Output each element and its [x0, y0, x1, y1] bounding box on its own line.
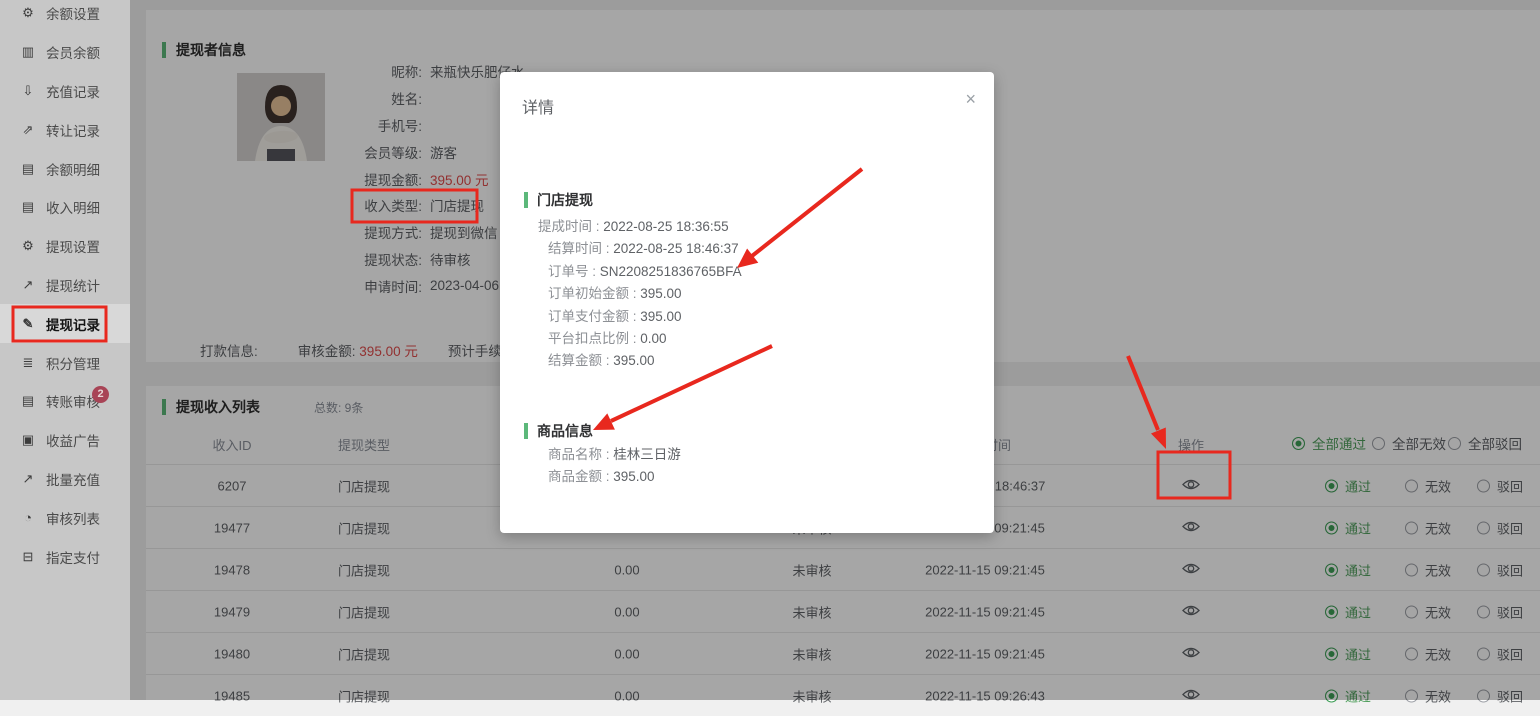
- chart-icon: ↗: [20, 471, 36, 487]
- modal-line-value: 395.00: [613, 469, 654, 484]
- sidebar-item-审核列表[interactable]: ◔ 审核列表: [0, 498, 130, 537]
- modal-line-订单初始金额: 订单初始金额 : 395.00: [524, 283, 742, 305]
- gear-icon: ⚙: [20, 5, 36, 21]
- modal-line-label: 商品金额 :: [548, 469, 613, 484]
- modal-line-商品名称: 商品名称 : 桂林三日游: [524, 444, 681, 466]
- sidebar-item-label: 积分管理: [46, 353, 100, 373]
- sidebar-item-label: 指定支付: [46, 547, 100, 567]
- file-icon: ▤: [20, 161, 36, 177]
- sidebar-item-label: 提现统计: [46, 275, 100, 295]
- sidebar-item-label: 提现记录: [46, 314, 100, 334]
- modal-line-value: 2022-08-25 18:46:37: [613, 241, 738, 256]
- sidebar-item-批量充值[interactable]: ↗ 批量充值: [0, 460, 130, 499]
- modal-line-value: 桂林三日游: [613, 447, 681, 462]
- sidebar-item-转让记录[interactable]: ⇗ 转让记录: [0, 110, 130, 149]
- sidebar-item-label: 转让记录: [46, 120, 100, 140]
- modal-line-label: 订单初始金额 :: [548, 286, 640, 301]
- section-accent-bar: [524, 423, 528, 439]
- sidebar-item-label: 余额明细: [46, 159, 100, 179]
- book-icon: ▥: [20, 44, 36, 60]
- sidebar-menu: ⚙ 余额设置 ▥ 会员余额 ⇩ 充值记录 ⇗ 转让记录 ▤ 余额明细 ▤ 收入明细 ⚙ 提现设置 ↗ 提现统计…: [0, 0, 130, 576]
- sidebar-item-充值记录[interactable]: ⇩ 充值记录: [0, 72, 130, 111]
- modal-line-商品金额: 商品金额 : 395.00: [524, 466, 681, 488]
- modal-line-value: SN2208251836765BFA: [600, 264, 742, 279]
- file-icon: ▤: [20, 393, 36, 409]
- modal-line-value: 2022-08-25 18:36:55: [603, 219, 728, 234]
- sidebar-item-余额设置[interactable]: ⚙ 余额设置: [0, 0, 130, 33]
- store-withdraw-section-header: 门店提现: [524, 190, 593, 210]
- file-icon: ▤: [20, 199, 36, 215]
- sidebar-item-label: 批量充值: [46, 469, 100, 489]
- modal-line-label: 结算时间 :: [548, 241, 613, 256]
- sidebar-item-label: 会员余额: [46, 42, 100, 62]
- sidebar-item-余额明细[interactable]: ▤ 余额明细: [0, 149, 130, 188]
- modal-line-提成时间: 提成时间 : 2022-08-25 18:36:55: [524, 216, 742, 238]
- modal-title: 详情: [522, 94, 554, 118]
- dashboard-icon: ◔: [20, 510, 36, 525]
- modal-line-结算金额: 结算金额 : 395.00: [524, 350, 742, 372]
- download-icon: ⇩: [20, 83, 36, 99]
- detail-modal: 详情 × 门店提现 提成时间 : 2022-08-25 18:36:55结算时间…: [500, 72, 994, 533]
- modal-line-value: 395.00: [640, 309, 681, 324]
- modal-line-value: 395.00: [640, 286, 681, 301]
- sidebar-item-转账审核[interactable]: ▤转账审核2: [0, 382, 130, 421]
- sidebar-item-label: 余额设置: [46, 3, 100, 23]
- transfer-icon: ⇗: [20, 122, 36, 138]
- sidebar-item-积分管理[interactable]: ≣ 积分管理: [0, 343, 130, 382]
- sidebar-item-提现记录[interactable]: ✎ 提现记录: [0, 304, 130, 343]
- image-icon: ▣: [20, 432, 36, 448]
- modal-line-label: 平台扣点比例 :: [548, 331, 640, 346]
- section-accent-bar: [524, 192, 528, 208]
- chart-icon: ↗: [20, 277, 36, 293]
- sidebar-item-收益广告[interactable]: ▣ 收益广告: [0, 421, 130, 460]
- sidebar-item-会员余额[interactable]: ▥ 会员余额: [0, 33, 130, 72]
- modal-line-结算时间: 结算时间 : 2022-08-25 18:46:37: [524, 238, 742, 260]
- sidebar-item-label: 收入明细: [46, 197, 100, 217]
- product-info-lines: 商品名称 : 桂林三日游商品金额 : 395.00: [524, 444, 681, 489]
- sidebar-item-label: 提现设置: [46, 236, 100, 256]
- pen-icon: ✎: [20, 316, 36, 332]
- modal-line-value: 395.00: [613, 353, 654, 368]
- modal-line-label: 订单支付金额 :: [548, 309, 640, 324]
- sidebar-item-label: 收益广告: [46, 430, 100, 450]
- sidebar-item-提现统计[interactable]: ↗ 提现统计: [0, 266, 130, 305]
- modal-line-label: 订单号 :: [548, 264, 600, 279]
- modal-line-订单号: 订单号 : SN2208251836765BFA: [524, 261, 742, 283]
- sidebar-item-收入明细[interactable]: ▤ 收入明细: [0, 188, 130, 227]
- sidebar-item-label: 审核列表: [46, 508, 100, 528]
- sidebar-item-指定支付[interactable]: ⊟ 指定支付: [0, 537, 130, 576]
- close-icon[interactable]: ×: [965, 90, 976, 108]
- coins-icon: ≣: [20, 355, 36, 371]
- modal-line-label: 商品名称 :: [548, 447, 613, 462]
- sidebar-item-提现设置[interactable]: ⚙ 提现设置: [0, 227, 130, 266]
- product-info-section-header: 商品信息: [524, 421, 593, 441]
- store-withdraw-lines: 提成时间 : 2022-08-25 18:36:55结算时间 : 2022-08…: [524, 216, 742, 373]
- notification-badge: 2: [92, 386, 109, 403]
- modal-line-平台扣点比例: 平台扣点比例 : 0.00: [524, 328, 742, 350]
- gear-icon: ⚙: [20, 238, 36, 254]
- pay-icon: ⊟: [20, 549, 36, 565]
- modal-line-label: 结算金额 :: [548, 353, 613, 368]
- modal-line-value: 0.00: [640, 331, 666, 346]
- modal-line-label: 提成时间 :: [538, 219, 603, 234]
- sidebar: ⚙ 余额设置 ▥ 会员余额 ⇩ 充值记录 ⇗ 转让记录 ▤ 余额明细 ▤ 收入明细 ⚙ 提现设置 ↗ 提现统计…: [0, 0, 130, 700]
- modal-line-订单支付金额: 订单支付金额 : 395.00: [524, 306, 742, 328]
- sidebar-item-label: 充值记录: [46, 81, 100, 101]
